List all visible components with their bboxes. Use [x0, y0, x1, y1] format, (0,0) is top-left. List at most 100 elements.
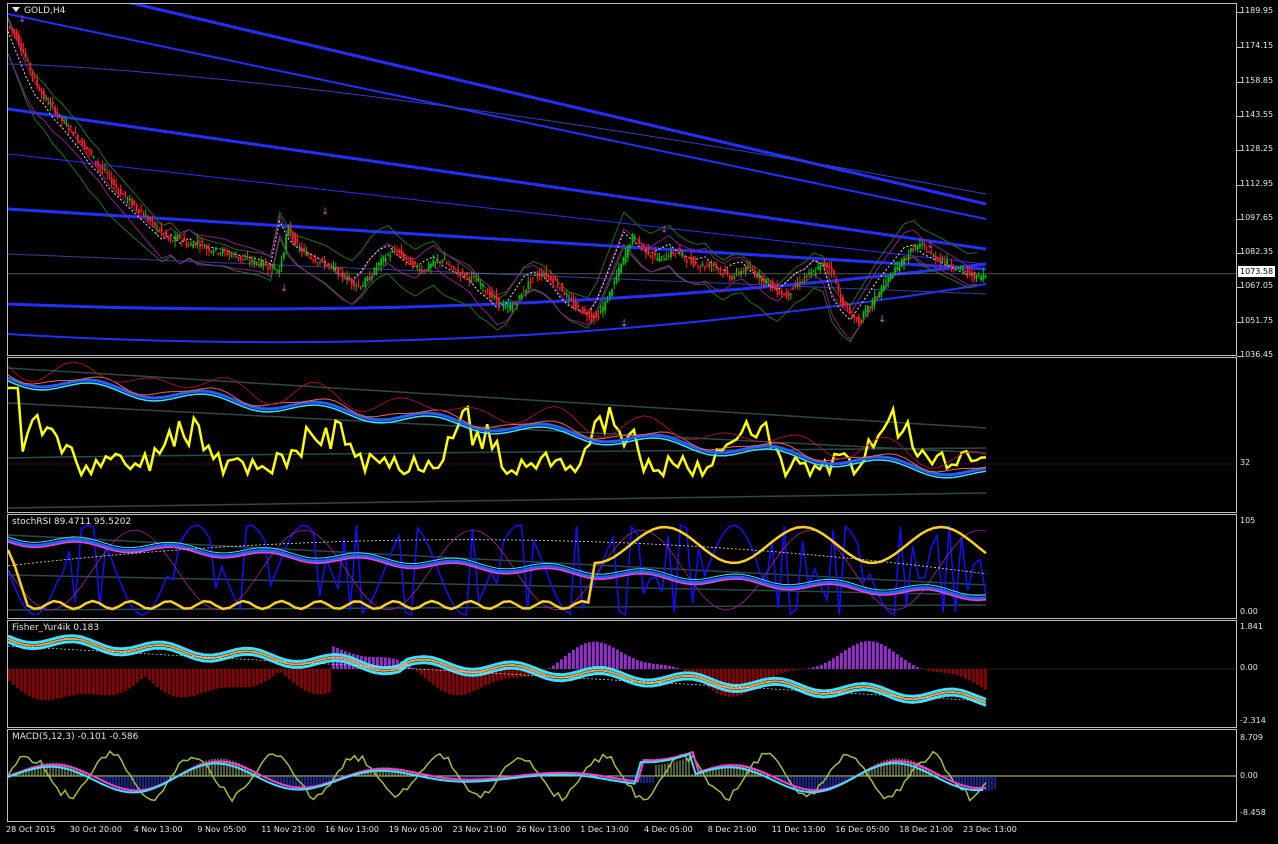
time-axis-label: 4 Dec 05:00 [644, 825, 693, 834]
candle-body [962, 268, 964, 271]
stochrsi-pane[interactable]: stochRSI 89.4711 95.5202 [7, 514, 1237, 619]
candle-body [425, 269, 428, 272]
oscillator-orange-line [8, 374, 987, 473]
candle-body [796, 283, 799, 287]
candle-body [885, 280, 887, 283]
candle-body [436, 260, 439, 262]
candle-body [201, 240, 204, 244]
price-axis-tick [1237, 287, 1241, 289]
candle-body [473, 276, 475, 278]
candle-body [101, 166, 104, 170]
fisher-histogram-bar [156, 669, 159, 688]
fisher-histogram-bar [300, 669, 303, 689]
fisher-histogram-bar [8, 669, 11, 681]
price-pane[interactable]: GOLD,H4 ↓ ↓ ↓ ↓ ↓ ↓ ↓ [7, 3, 1237, 356]
candle-body [63, 120, 66, 122]
candle-body [670, 250, 672, 258]
candle-body [215, 247, 217, 250]
candle-body [260, 260, 263, 267]
candle-body [42, 90, 45, 100]
oscillator-1-svg[interactable] [8, 358, 1237, 513]
candle-body [97, 162, 100, 167]
fisher-histogram-bar [144, 669, 147, 677]
fisher-histogram-bar [232, 669, 235, 688]
candle-body [221, 250, 224, 253]
candle-body [780, 290, 783, 295]
macd-pane[interactable]: MACD(5,12,3) -0.101 -0.586 [7, 729, 1237, 822]
candle-body [661, 255, 663, 257]
candle-body [835, 279, 838, 284]
candle-body [828, 265, 831, 269]
candle-body [90, 150, 93, 155]
candle-body [903, 257, 906, 265]
candle-body [862, 312, 865, 318]
macd-svg[interactable] [8, 730, 1237, 822]
candle-body [430, 264, 432, 268]
symbol-label[interactable]: GOLD,H4 [12, 6, 65, 16]
candle-body [457, 269, 460, 272]
stochrsi-svg[interactable] [8, 515, 1237, 619]
candle-body [70, 126, 72, 128]
candle-body [296, 239, 299, 243]
candle-body [40, 92, 43, 95]
price-axis-tick [1237, 184, 1241, 186]
candle-body [344, 277, 346, 279]
fisher-histogram-bar [632, 658, 635, 669]
fisher-histogram-bar [924, 669, 927, 670]
candle-body [271, 263, 274, 268]
candle-body [531, 277, 534, 279]
candle-body [178, 235, 181, 239]
fisher-axis-bottom: -2.314 [1240, 716, 1266, 725]
envelope-band-line [129, 4, 987, 206]
candle-body [529, 280, 532, 284]
candle-body [158, 229, 161, 232]
oscillator-pane-1[interactable] [7, 357, 1237, 513]
mt4-chart-window[interactable]: GOLD,H4 ↓ ↓ ↓ ↓ ↓ ↓ ↓ stochRSI 89.4711 95.5202… [0, 0, 1278, 844]
fisher-histogram-bar [568, 652, 571, 669]
time-axis-label: 19 Nov 05:00 [388, 825, 443, 834]
candle-body [366, 277, 369, 281]
candle-body [115, 184, 118, 189]
candle-body [808, 272, 810, 274]
fisher-histogram-bar [792, 669, 795, 671]
candle-body [219, 252, 222, 254]
fisher-histogram-bar [984, 669, 987, 690]
time-axis[interactable]: 28 Oct 2015 30 Oct 20:00 4 Nov 13:00 9 Nov … [0, 822, 1278, 844]
candle-body [819, 264, 822, 271]
candle-body [24, 52, 27, 58]
candle-body [968, 270, 971, 272]
fisher-histogram-bar [668, 665, 671, 669]
candle-body [339, 268, 342, 271]
candle-body [758, 274, 761, 278]
candle-body [11, 29, 14, 31]
candle-body [737, 272, 740, 274]
candle-body [769, 280, 772, 287]
fisher-histogram-bar [448, 669, 451, 695]
candle-body [690, 257, 693, 263]
fisher-histogram-bar [196, 669, 199, 695]
fisher-histogram-bar [684, 669, 687, 672]
fisher-histogram-bar [904, 660, 907, 669]
fisher-svg[interactable] [8, 621, 1237, 728]
candle-body [552, 277, 555, 283]
fisher-histogram-bar [844, 650, 847, 669]
candle-body [511, 304, 514, 309]
fisher-pane[interactable]: Fisher_Yur4ik 0.183 [7, 620, 1237, 728]
price-axis-label: 1158.85 [1240, 75, 1274, 85]
candle-body [925, 251, 928, 253]
price-axis-label: 1082.35 [1240, 247, 1274, 257]
candle-body [199, 243, 201, 247]
candle-body [348, 278, 351, 280]
candle-body [183, 237, 186, 241]
candle-body [244, 258, 247, 260]
candle-body [873, 295, 876, 305]
candle-body [932, 254, 935, 257]
price-axis-tick [1237, 321, 1241, 323]
dropdown-triangle-icon[interactable] [12, 7, 20, 12]
fisher-histogram-bar [676, 667, 679, 669]
candle-body [144, 215, 147, 218]
fisher-histogram-bar [576, 647, 579, 669]
price-axis-label: 1128.25 [1240, 144, 1274, 154]
fisher-histogram-bar [328, 669, 331, 693]
price-chart-svg[interactable]: ↓↓↓↓↓ ↓↓ [8, 4, 1237, 356]
